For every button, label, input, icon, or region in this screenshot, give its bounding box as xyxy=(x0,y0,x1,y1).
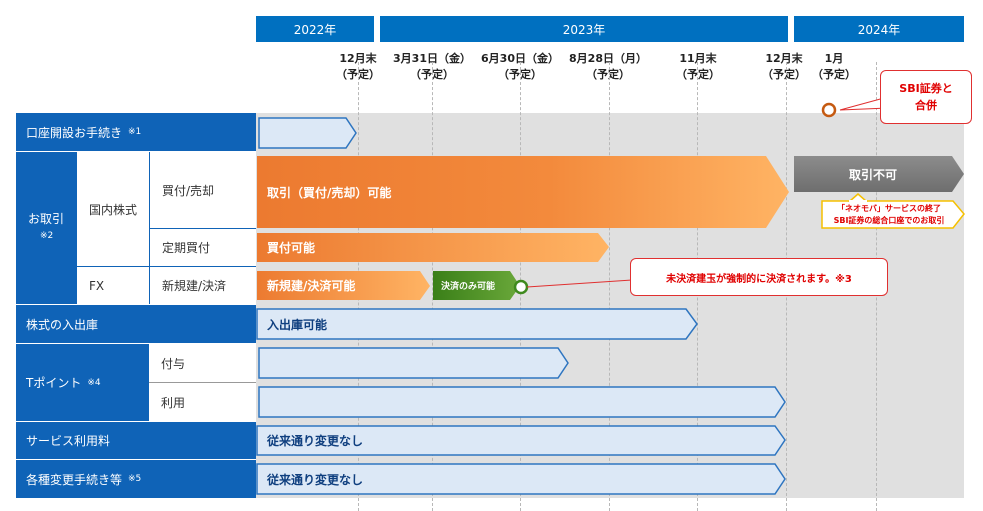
end-service-callout: 「ネオモバ」サービスの終了 SBI証券の総合口座でのお取引 xyxy=(822,202,956,228)
merge-marker xyxy=(821,102,837,118)
callout-text: SBI証券の総合口座でのお取引 xyxy=(833,216,945,225)
bar-label-trade-impossible: 取引不可 xyxy=(848,167,897,182)
bar-label-changes: 従来通り変更なし xyxy=(267,472,364,487)
bar-label-buy-possible: 買付可能 xyxy=(267,241,316,255)
bar-tpoint-use xyxy=(258,386,786,418)
fx-forced-callout: 未決済建玉が強制的に決済されます。※3 xyxy=(630,258,888,296)
bar-label-fee: 従来通り変更なし xyxy=(267,434,364,448)
timeline-bars xyxy=(256,97,965,495)
merge-callout: SBI証券と 合併 xyxy=(880,70,972,124)
bar-label-fx-settle: 決済のみ可能 xyxy=(441,282,496,292)
fx-end-marker xyxy=(513,279,529,295)
bar-label-trade-possible: 取引（買付/売却）可能 xyxy=(267,185,392,200)
bar-tpoint-grant xyxy=(258,347,569,379)
callout-text: 「ネオモバ」サービスの終了 xyxy=(837,204,941,213)
callout-text: 合併 xyxy=(915,99,937,112)
bar-label-fx-new: 新規建/決済可能 xyxy=(267,279,356,293)
bar-label-transfer: 入出庫可能 xyxy=(267,317,328,332)
callout-text: SBI証券と xyxy=(899,82,953,95)
bar-account xyxy=(258,117,357,149)
